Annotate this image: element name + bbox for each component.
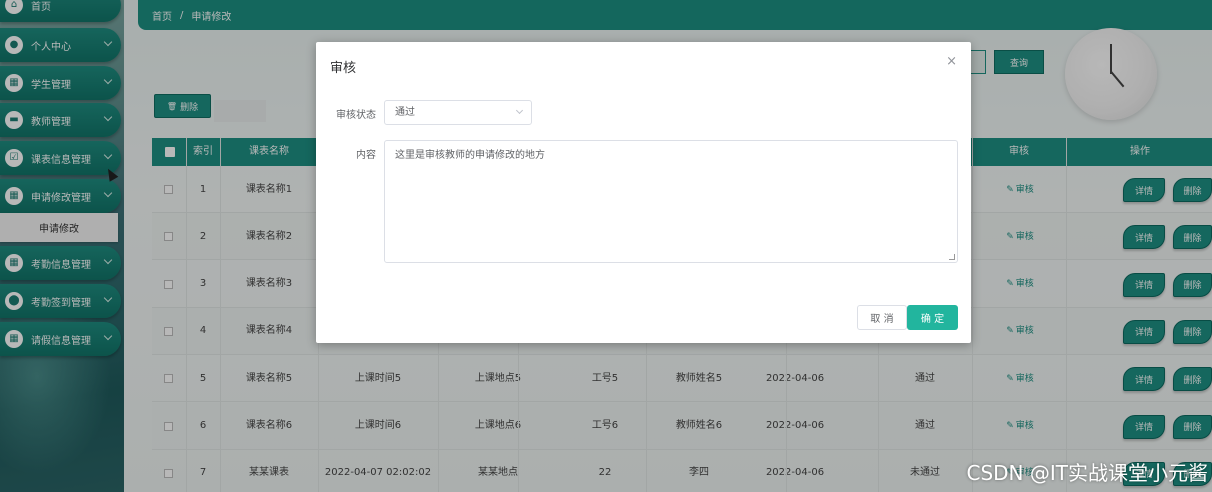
confirm-button[interactable]: 确 定 <box>907 305 958 330</box>
content-textarea[interactable]: 这里是审核教师的申请修改的地方 <box>384 140 958 263</box>
dialog-title: 审核 <box>330 61 357 76</box>
cancel-button[interactable]: 取 消 <box>857 305 907 330</box>
watermark: CSDN @IT实战课堂小元酱 <box>966 461 1209 485</box>
content-text: 这里是审核教师的申请修改的地方 <box>395 150 545 161</box>
close-icon[interactable]: × <box>946 54 957 69</box>
status-label: 审核状态 <box>336 110 376 121</box>
audit-status-select[interactable]: 通过 <box>384 100 532 125</box>
chevron-down-icon <box>515 106 524 115</box>
resize-handle-icon[interactable] <box>949 254 955 260</box>
audit-status-value: 通过 <box>395 107 415 118</box>
content-label: 内容 <box>356 150 376 161</box>
audit-dialog: 审核 × 审核状态 通过 内容 这里是审核教师的申请修改的地方 取 消 确 定 <box>316 42 971 343</box>
